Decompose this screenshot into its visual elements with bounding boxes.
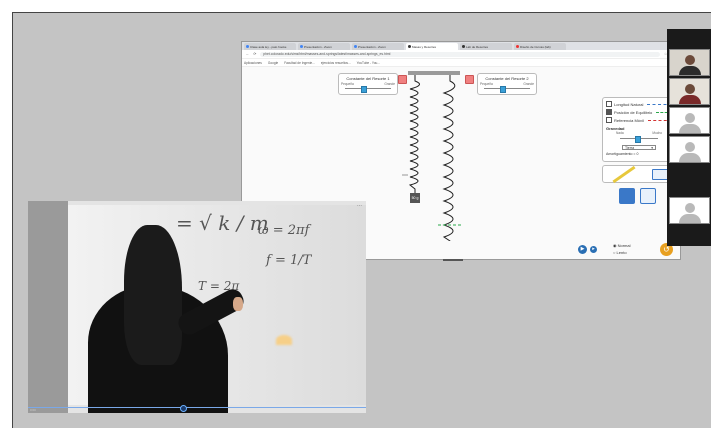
teacher-video[interactable]: = √ k / m ω = 2πf f = 1/T T = 2π ⋯ 0:00 <box>28 201 366 413</box>
board-formula-omega: = √ k / m <box>176 211 269 235</box>
speed-slow-label: Lento <box>616 250 627 255</box>
back-icon[interactable]: ← <box>246 52 249 56</box>
bookmark-item[interactable]: ejercicios resueltos... <box>321 61 351 65</box>
participant-strip <box>667 29 711 246</box>
tab-favicon-icon <box>462 45 465 48</box>
bookmarks-bar: Aplicaciones Google Facultad de Ingenie.… <box>242 59 680 67</box>
spring1-constant-title: Constante del Resorte 1 <box>346 76 390 81</box>
natural-length-label: Longitud Natural <box>614 101 644 107</box>
user-silhouette-icon <box>678 203 701 223</box>
gravity-slider[interactable] <box>620 136 658 143</box>
video-wall <box>28 201 68 413</box>
timer-icon[interactable] <box>651 168 668 180</box>
spring2-slider-thumb[interactable] <box>500 86 507 93</box>
video-time: 0:00 <box>30 408 36 412</box>
spring1-min-label: Pequeña <box>341 82 354 86</box>
gravity-max-label: Mucho <box>652 131 662 135</box>
browser-tab[interactable]: Diseño de Curvas (lab) <box>514 43 566 50</box>
url-field[interactable]: phet.colorado.edu/sims/html/masses-and-s… <box>260 51 660 57</box>
teacher-hair <box>124 225 182 365</box>
board-formula-f: f = 1/T <box>266 253 312 268</box>
speed-normal-option[interactable]: ◉ Normal <box>613 243 631 248</box>
tab-label: Presentación - Zoom <box>358 44 386 49</box>
equilibrium-checkbox[interactable] <box>606 109 612 115</box>
tab-favicon-icon <box>246 45 249 48</box>
bookmark-item[interactable]: Aplicaciones <box>244 61 262 65</box>
movable-ref-label: Referencia Móvil <box>614 117 644 123</box>
spring1-constant-panel: Constante del Resorte 1 Pequeña Grande <box>338 73 398 95</box>
tab-favicon-icon <box>516 45 519 48</box>
spring2-constant-title: Constante del Resorte 2 <box>485 76 529 81</box>
spring2-coil <box>442 75 456 247</box>
spring2-constant-panel: Constante del Resorte 2 Pequeña Grande <box>477 73 537 95</box>
video-progress-bar[interactable] <box>28 405 366 412</box>
participant-video[interactable] <box>669 49 710 76</box>
tab-label: Clase aula ley - pato hooke <box>250 44 287 49</box>
spring2-min-label: Pequeña <box>480 82 493 86</box>
mass-50g[interactable]: 50 g <box>410 193 420 203</box>
spring1-coil <box>408 75 420 195</box>
browser-tab[interactable]: Clase aula ley - pato hooke <box>244 43 296 50</box>
participant-avatar[interactable] <box>669 107 710 134</box>
participant-avatar[interactable] <box>669 136 710 163</box>
url-text: phet.colorado.edu/sims/html/masses-and-s… <box>263 52 391 56</box>
bookmark-item[interactable]: Google <box>268 61 278 65</box>
browser-tab[interactable]: Presentación - Zoom <box>298 43 350 50</box>
gravity-slider-thumb[interactable] <box>635 136 642 143</box>
shared-screen-area: Clase aula ley - pato hooke Presentación… <box>12 12 711 428</box>
display-options-panel: Longitud Natural Posición de Equilibrio … <box>602 97 676 162</box>
browser-tab[interactable]: Lab de Resortes <box>460 43 512 50</box>
board-formula-omega-f: ω = 2πf <box>258 223 310 238</box>
chevron-down-icon: ▾ <box>651 146 653 150</box>
participant-person <box>678 84 701 104</box>
spring2-constant-slider[interactable] <box>484 86 530 93</box>
browser-tab-strip: Clase aula ley - pato hooke Presentación… <box>242 42 680 50</box>
spring1-slider-thumb[interactable] <box>361 86 368 93</box>
equilibrium-label: Posición de Equilibrio <box>614 109 653 115</box>
natural-length-checkbox[interactable] <box>606 101 612 107</box>
video-menu-icon[interactable]: ⋯ <box>357 203 362 209</box>
movable-ref-checkbox[interactable] <box>606 117 612 123</box>
play-pause-button[interactable]: ▶ <box>578 245 587 254</box>
teacher-hand <box>233 297 243 311</box>
reload-icon[interactable]: ⟳ <box>253 52 256 56</box>
user-silhouette-icon <box>678 142 701 162</box>
bookmark-item[interactable]: YouTube - You... <box>357 61 380 65</box>
damping-label: Amortiguamiento = 0 <box>606 152 639 156</box>
tab-label: Lab de Resortes <box>466 44 489 49</box>
tab-favicon-icon <box>408 45 411 48</box>
speed-normal-label: Normal <box>617 243 631 248</box>
tools-panel <box>602 165 676 183</box>
spring1-max-label: Grande <box>384 82 395 86</box>
scene-two-springs-icon[interactable] <box>640 188 656 204</box>
spring1-constant-slider[interactable] <box>345 86 391 93</box>
springs-drawing <box>402 75 462 247</box>
tab-favicon-icon <box>300 45 303 48</box>
participant-video[interactable] <box>669 78 710 105</box>
tab-label: Diseño de Curvas (lab) <box>520 44 551 49</box>
tab-label: Presentación - Zoom <box>304 44 332 49</box>
bookmark-item[interactable]: Facultad de Ingenie... <box>284 61 315 65</box>
planet-select[interactable]: Tierra ▾ <box>622 145 656 150</box>
speed-slow-option[interactable]: ○ Lento <box>613 250 627 255</box>
planet-select-value: Tierra <box>625 146 635 150</box>
ruler-icon[interactable] <box>611 165 636 183</box>
tab-label: Masas y Resortes <box>412 44 437 49</box>
gravity-min-label: Nada <box>616 131 624 135</box>
tab-favicon-icon <box>354 45 357 48</box>
user-silhouette-icon <box>678 113 701 133</box>
lamp-glow <box>276 335 292 345</box>
scene-one-spring-icon[interactable] <box>619 188 635 204</box>
participant-person <box>678 55 701 75</box>
step-button[interactable]: ▸ <box>590 246 597 253</box>
address-bar: ← ⟳ phet.colorado.edu/sims/html/masses-a… <box>242 50 680 59</box>
spring2-max-label: Grande <box>523 82 534 86</box>
browser-tab[interactable]: Presentación - Zoom <box>352 43 404 50</box>
participant-avatar[interactable] <box>669 197 710 224</box>
browser-tab-active[interactable]: Masas y Resortes <box>406 43 458 50</box>
